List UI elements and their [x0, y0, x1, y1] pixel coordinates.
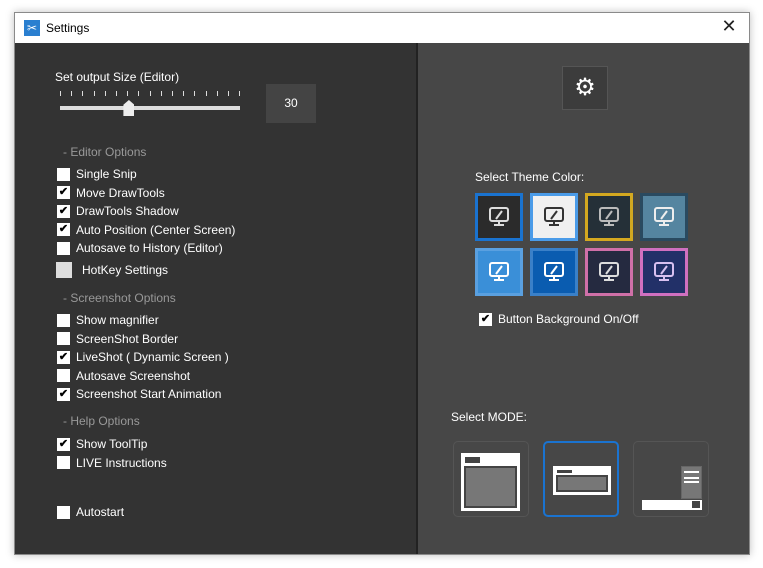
left-panel: Set output Size (Editor) 30 - Editor Opt… [15, 43, 416, 554]
slider-tick [116, 91, 117, 96]
slider-tick [71, 91, 73, 96]
checkbox-box [57, 313, 70, 327]
checkmark-icon: ✔ [57, 387, 70, 401]
slider-tick [228, 91, 229, 96]
checkbox-label: LiveShot ( Dynamic Screen ) [76, 350, 229, 364]
hotkey-settings-label: HotKey Settings [82, 263, 169, 277]
theme-color-tile[interactable] [585, 248, 633, 296]
checkbox-label: Single Snip [76, 167, 137, 181]
checkmark-icon: ✔ [479, 312, 492, 326]
theme-color-tile[interactable] [640, 193, 688, 241]
checkbox-autostart[interactable]: Autostart [57, 505, 124, 519]
editor-options-header: - Editor Options [63, 145, 147, 159]
checkbox-liveshot-dynamic-screen[interactable]: ✔ LiveShot ( Dynamic Screen ) [57, 350, 229, 364]
checkbox-label: Autosave Screenshot [76, 368, 191, 383]
checkbox-box [57, 167, 70, 181]
mode-window[interactable] [543, 441, 619, 517]
checkbox-label: Autosave to History (Editor) [76, 241, 223, 255]
output-size-value: 30 [266, 84, 316, 123]
mode-fullscreen[interactable] [453, 441, 529, 517]
checkbox-drawtools-shadow[interactable]: ✔ DrawTools Shadow [57, 204, 179, 218]
monitor-pen-icon [599, 207, 619, 226]
theme-color-tile[interactable] [585, 193, 633, 241]
slider-tick [216, 91, 218, 96]
checkbox-label: Show ToolTip [76, 437, 148, 451]
close-button[interactable]: ✕ [717, 16, 741, 37]
checkbox-autosave-screenshot[interactable]: Autosave Screenshot [57, 369, 190, 383]
theme-color-tile[interactable] [530, 193, 578, 241]
slider-tick [194, 91, 196, 96]
slider-tick [149, 91, 151, 96]
checkbox-label: Autostart [76, 505, 125, 519]
output-size-label: Set output Size (Editor) [55, 70, 180, 84]
monitor-pen-icon [544, 262, 564, 281]
slider-tick [82, 91, 84, 96]
hotkey-settings-icon [56, 262, 72, 278]
checkbox-box [57, 456, 70, 469]
checkbox-label: Move DrawTools [76, 185, 165, 200]
monitor-pen-icon [489, 262, 509, 281]
slider-tick [127, 91, 129, 96]
checkbox-auto-position-center-screen[interactable]: ✔ Auto Position (Center Screen) [57, 223, 235, 237]
theme-color-tile[interactable] [640, 248, 688, 296]
checkbox-label: DrawTools Shadow [76, 204, 179, 218]
monitor-pen-icon [544, 207, 564, 226]
checkbox-box [57, 505, 70, 519]
output-size-slider[interactable] [60, 91, 241, 117]
help-options-header: - Help Options [63, 414, 140, 428]
slider-tick [104, 91, 106, 96]
theme-color-tile[interactable] [475, 248, 523, 296]
checkbox-box [57, 241, 70, 255]
checkbox-single-snip[interactable]: Single Snip [57, 167, 137, 181]
checkbox-live-instructions[interactable]: LIVE Instructions [57, 456, 167, 470]
checkbox-screenshot-start-animation[interactable]: ✔ Screenshot Start Animation [57, 387, 221, 401]
monitor-pen-icon [489, 207, 509, 226]
slider-track [60, 106, 240, 110]
theme-color-tile[interactable] [530, 248, 578, 296]
checkbox-label: ScreenShot Border [76, 331, 179, 346]
slider-tick [183, 91, 185, 96]
window-title: Settings [46, 21, 90, 35]
theme-color-tile[interactable] [475, 193, 523, 241]
slider-tick [172, 91, 173, 96]
slider-tick [93, 91, 95, 96]
checkmark-icon: ✔ [57, 350, 70, 364]
slider-tick [239, 91, 241, 96]
checkbox-label: Button Background On/Off [498, 312, 639, 326]
checkbox-label: Screenshot Start Animation [76, 387, 222, 401]
checkbox-show-magnifier[interactable]: Show magnifier [57, 313, 159, 327]
settings-window: ✂ Settings ✕ Set output Size (Editor) 30… [14, 12, 750, 555]
checkbox-label: Auto Position (Center Screen) [76, 222, 236, 237]
monitor-pen-icon [654, 262, 674, 281]
checkbox-box [57, 332, 70, 345]
checkmark-icon: ✔ [57, 186, 70, 199]
slider-tick [60, 91, 61, 96]
checkbox-button-background[interactable]: ✔ Button Background On/Off [479, 312, 639, 326]
checkbox-show-tooltip[interactable]: ✔ Show ToolTip [57, 437, 147, 451]
checkbox-label: Show magnifier [76, 313, 159, 327]
mode-label: Select MODE: [451, 410, 528, 424]
monitor-pen-icon [654, 207, 674, 226]
slider-thumb[interactable] [123, 100, 135, 116]
hotkey-settings-button[interactable]: HotKey Settings [56, 262, 168, 278]
slider-tick [160, 91, 162, 96]
slider-tick [138, 91, 140, 96]
scissors-icon: ✂ [24, 20, 40, 36]
mode-taskbar[interactable] [633, 441, 709, 517]
checkmark-icon: ✔ [57, 223, 70, 236]
slider-tick [205, 91, 207, 96]
monitor-pen-icon [599, 262, 619, 281]
title-bar: ✂ Settings ✕ [15, 13, 749, 43]
checkmark-icon: ✔ [57, 204, 70, 218]
screenshot-options-header: - Screenshot Options [63, 291, 176, 305]
checkbox-screenshot-border[interactable]: ScreenShot Border [57, 332, 178, 346]
checkbox-label: LIVE Instructions [76, 455, 167, 470]
checkbox-box [57, 369, 70, 382]
checkbox-move-drawtools[interactable]: ✔ Move DrawTools [57, 186, 165, 200]
gear-icon[interactable]: ⚙ [562, 66, 608, 110]
right-panel: ⚙ Select Theme Color: ✔ Button Background… [418, 43, 749, 554]
checkbox-autosave-to-history-editor[interactable]: Autosave to History (Editor) [57, 241, 223, 255]
checkmark-icon: ✔ [57, 437, 70, 451]
theme-label: Select Theme Color: [475, 170, 585, 184]
